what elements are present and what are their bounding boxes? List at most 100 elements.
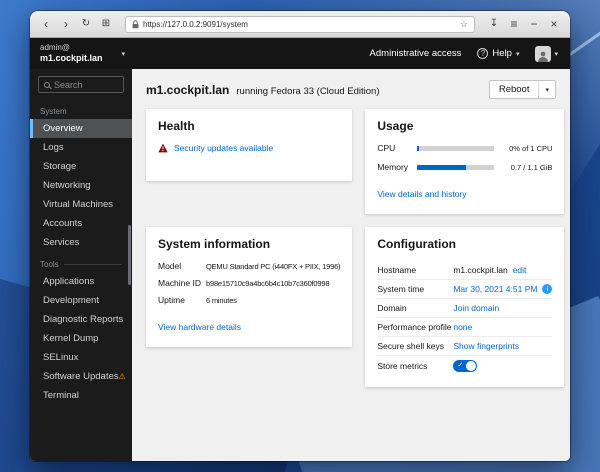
administrative-access-button[interactable]: Administrative access (370, 48, 462, 59)
close-button[interactable]: × (545, 15, 563, 33)
sidebar-item-accounts[interactable]: Accounts (30, 214, 132, 233)
url-text: https://127.0.0.2:9091/system (143, 20, 456, 29)
bookmark-star-icon[interactable]: ☆ (460, 19, 468, 30)
sidebar-item-logs[interactable]: Logs (30, 138, 132, 157)
hostname-edit-link[interactable]: edit (513, 265, 527, 275)
configuration-card: Configuration Hostname m1.cockpit.lan ed… (365, 227, 564, 387)
sidebar-item-label: Software Updates (43, 371, 119, 382)
cpu-progress-fill (417, 146, 419, 151)
sidebar-item-label: Virtual Machines (43, 199, 113, 210)
host-name: m1.cockpit.lan (40, 53, 117, 64)
model-label: Model (158, 261, 206, 271)
page-title: m1.cockpit.lan running Fedora 33 (Cloud … (146, 83, 380, 97)
machine-id-value: b98e15710c9a4bc6b4c10b7c360f0998 (206, 279, 340, 288)
session-menu[interactable]: ▾ (535, 46, 558, 62)
sidebar-item-services[interactable]: Services (30, 233, 132, 252)
sidebar-item-terminal[interactable]: Terminal (30, 386, 132, 405)
forward-icon[interactable]: › (57, 15, 75, 33)
security-updates-link[interactable]: Security updates available (174, 143, 273, 153)
minimize-button[interactable]: − (525, 15, 543, 33)
sidebar-item-label: Services (43, 237, 79, 248)
reboot-split-button: Reboot ▾ (489, 80, 556, 99)
store-metrics-toggle[interactable]: ✓ (453, 360, 477, 372)
reload-icon[interactable]: ↻ (77, 15, 95, 33)
reboot-button[interactable]: Reboot (490, 81, 539, 98)
memory-value: 0.7 / 1.1 GiB (500, 163, 552, 172)
sidebar-item-label: Diagnostic Reports (43, 314, 123, 325)
sidebar-item-label: Storage (43, 161, 76, 172)
view-hardware-details-link[interactable]: View hardware details (158, 322, 241, 332)
sidebar-item-virtual-machines[interactable]: Virtual Machines (30, 195, 132, 214)
nav-section-label: System (40, 107, 67, 116)
section-divider (64, 264, 122, 265)
store-metrics-label: Store metrics (377, 361, 453, 371)
join-domain-link[interactable]: Join domain (453, 303, 499, 313)
system-information-title: System information (158, 237, 340, 251)
table-row: Machine ID b98e15710c9a4bc6b4c10b7c360f0… (158, 278, 340, 288)
memory-label: Memory (377, 162, 411, 172)
system-time-label: System time (377, 284, 453, 294)
uptime-label: Uptime (158, 295, 206, 305)
sidebar-item-label: Networking (43, 180, 91, 191)
info-icon[interactable]: i (542, 284, 552, 294)
memory-progress-fill (417, 165, 466, 170)
help-icon: ? (477, 48, 488, 59)
sidebar-scrollbar[interactable] (128, 225, 131, 285)
sidebar-item-applications[interactable]: Applications (30, 272, 132, 291)
sidebar-item-label: Applications (43, 276, 94, 287)
machine-id-label: Machine ID (158, 278, 206, 288)
cpu-usage-row: CPU 0% of 1 CPU (377, 143, 552, 153)
secure-shell-keys-label: Secure shell keys (377, 341, 453, 351)
uptime-value: 6 minutes (206, 296, 340, 305)
toggle-knob (466, 361, 476, 371)
sidebar-item-software-updates[interactable]: Software Updates ⚠ (30, 367, 132, 386)
memory-progress (417, 165, 494, 170)
configuration-title: Configuration (377, 237, 552, 251)
sidebar-item-label: Development (43, 295, 99, 306)
sidebar-item-label: Terminal (43, 390, 79, 401)
hostname-row: Hostname m1.cockpit.lan edit (377, 261, 552, 280)
avatar (535, 46, 551, 62)
lock-icon (132, 20, 139, 29)
sidebar-item-label: Kernel Dump (43, 333, 98, 344)
search-box[interactable] (38, 76, 124, 93)
menu-icon[interactable]: ≡ (505, 15, 523, 33)
health-card-title: Health (158, 119, 340, 133)
model-value: QEMU Standard PC (i440FX + PIIX, 1996) (206, 262, 340, 271)
page-os-subtitle: running Fedora 33 (Cloud Edition) (236, 86, 379, 97)
secure-shell-keys-row: Secure shell keys Show fingerprints (377, 337, 552, 356)
desktop-background: ‹ › ↻ ⊞ https://127.0.0.2:9091/system ☆ … (0, 0, 600, 472)
sidebar-item-kernel-dump[interactable]: Kernel Dump (30, 329, 132, 348)
nav-section-system: System (30, 99, 132, 119)
performance-profile-row: Performance profile none (377, 318, 552, 337)
sidebar-item-diagnostic-reports[interactable]: Diagnostic Reports (30, 310, 132, 329)
help-menu[interactable]: ? Help ▾ (477, 48, 519, 59)
pages-icon[interactable]: ⊞ (97, 15, 115, 33)
search-input[interactable] (54, 80, 118, 90)
host-switcher[interactable]: admin@ m1.cockpit.lan ▾ (30, 38, 132, 69)
cpu-label: CPU (377, 143, 411, 153)
health-item: Security updates available (158, 143, 340, 153)
sidebar-item-label: Logs (43, 142, 64, 153)
browser-window: ‹ › ↻ ⊞ https://127.0.0.2:9091/system ☆ … (30, 11, 570, 461)
domain-label: Domain (377, 303, 453, 313)
sidebar-item-selinux[interactable]: SELinux (30, 348, 132, 367)
system-time-link[interactable]: Mar 30, 2021 4:51 PM (453, 284, 537, 294)
sidebar-item-development[interactable]: Development (30, 291, 132, 310)
reboot-dropdown-toggle[interactable]: ▾ (538, 81, 555, 98)
usage-card-title: Usage (377, 119, 552, 133)
show-fingerprints-link[interactable]: Show fingerprints (453, 341, 519, 351)
performance-profile-link[interactable]: none (453, 322, 472, 332)
sidebar-item-overview[interactable]: Overview (30, 119, 132, 138)
host-switcher-labels: admin@ m1.cockpit.lan (40, 43, 117, 64)
sidebar-item-storage[interactable]: Storage (30, 157, 132, 176)
back-icon[interactable]: ‹ (37, 15, 55, 33)
view-details-history-link[interactable]: View details and history (377, 189, 466, 199)
sidebar-item-networking[interactable]: Networking (30, 176, 132, 195)
search-icon (44, 82, 50, 88)
health-card: Health Security updates available (146, 109, 352, 181)
downloads-icon[interactable]: ↧ (485, 15, 503, 33)
cpu-progress (417, 146, 494, 151)
chevron-down-icon: ▾ (545, 86, 549, 94)
url-bar[interactable]: https://127.0.0.2:9091/system ☆ (125, 16, 475, 33)
